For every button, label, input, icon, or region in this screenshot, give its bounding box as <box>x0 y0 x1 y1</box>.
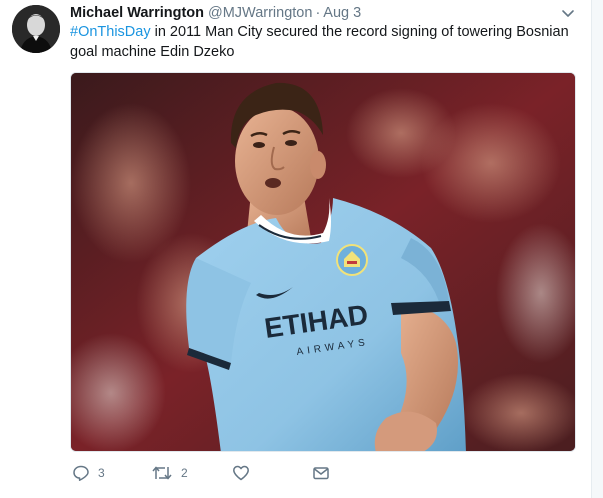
separator-dot: · <box>315 5 321 21</box>
tweet-header: Michael Warrington @MJWarrington · Aug 3 <box>70 4 361 22</box>
reply-button[interactable]: 3 <box>72 462 105 484</box>
tweet-actions: 3 2 <box>70 462 370 484</box>
tweet-text: #OnThisDay in 2011 Man City secured the … <box>70 22 575 62</box>
chevron-down-icon[interactable] <box>560 7 576 19</box>
timestamp[interactable]: Aug 3 <box>323 5 361 21</box>
reply-count: 3 <box>98 466 105 480</box>
direct-message-button[interactable] <box>312 462 330 484</box>
retweet-icon <box>152 466 172 480</box>
heart-icon <box>233 465 249 481</box>
envelope-icon <box>313 467 329 480</box>
author-name[interactable]: Michael Warrington <box>70 5 204 21</box>
reply-icon <box>73 465 89 481</box>
author-handle[interactable]: @MJWarrington <box>208 5 312 21</box>
avatar[interactable] <box>12 5 60 53</box>
photo-image: ETIHAD AIRWAYS <box>71 73 575 451</box>
hashtag-link[interactable]: #OnThisDay <box>70 24 151 40</box>
media-photo[interactable]: ETIHAD AIRWAYS <box>70 72 576 452</box>
like-button[interactable] <box>232 462 250 484</box>
scrollbar-track[interactable] <box>591 0 603 498</box>
avatar-image <box>12 5 60 53</box>
tweet: Michael Warrington @MJWarrington · Aug 3 #O… <box>0 0 603 498</box>
retweet-button[interactable]: 2 <box>151 462 188 484</box>
retweet-count: 2 <box>181 466 188 480</box>
